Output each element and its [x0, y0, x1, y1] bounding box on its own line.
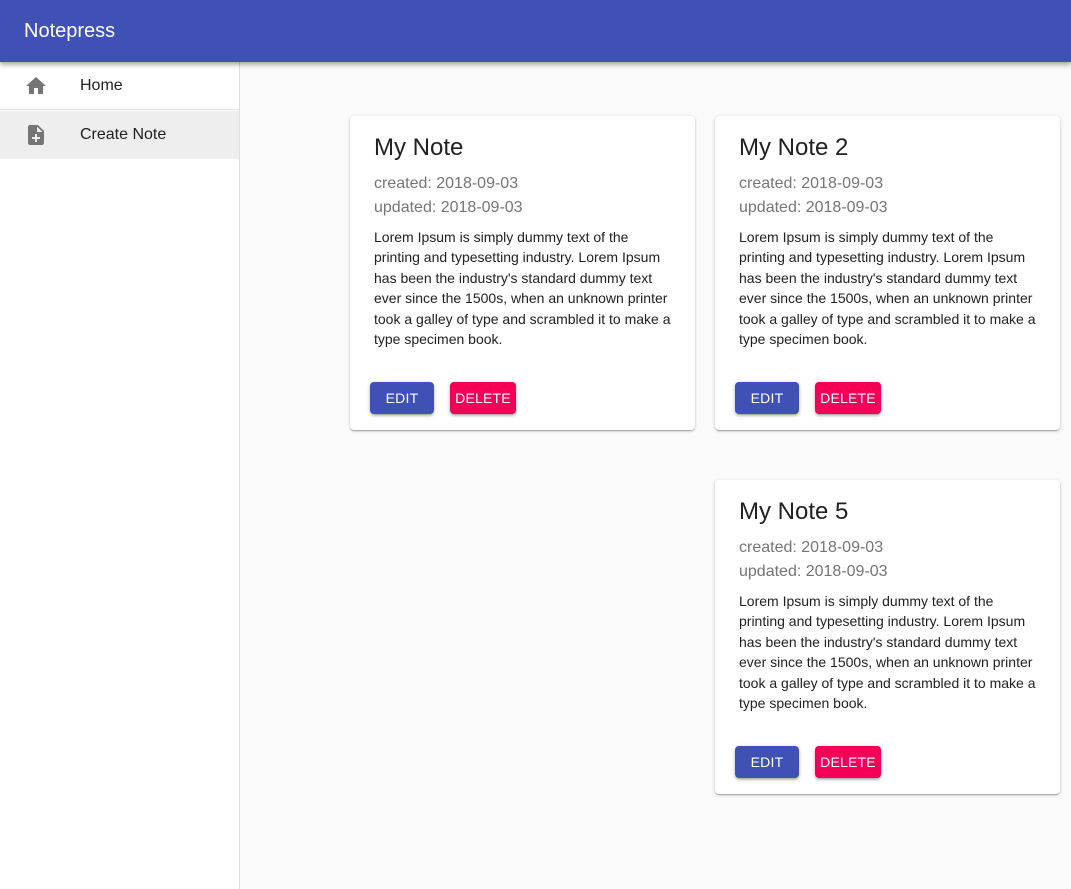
- note-created-date: created: 2018-09-03: [374, 175, 519, 192]
- nav-item-home[interactable]: Home: [0, 62, 239, 110]
- nav-item-create-note[interactable]: Create Note: [0, 111, 239, 159]
- note-title: My Note 5: [739, 498, 849, 525]
- nav-label-create-note: Create Note: [80, 126, 167, 143]
- delete-button[interactable]: DELETE: [815, 746, 881, 778]
- delete-button[interactable]: DELETE: [815, 382, 881, 414]
- note-title: My Note: [374, 134, 464, 161]
- nav-label-home: Home: [80, 77, 123, 94]
- app-bar: Notepress: [0, 0, 1071, 62]
- edit-button[interactable]: EDIT: [735, 746, 799, 778]
- note-created-date: created: 2018-09-03: [739, 539, 884, 556]
- note-updated-date: updated: 2018-09-03: [374, 199, 523, 216]
- edit-button[interactable]: EDIT: [735, 382, 799, 414]
- note-card: My Note created: 2018-09-03 updated: 201…: [350, 116, 695, 430]
- note-card: My Note 2 created: 2018-09-03 updated: 2…: [715, 116, 1060, 430]
- note-updated-date: updated: 2018-09-03: [739, 199, 888, 216]
- note-body: Lorem Ipsum is simply dummy text of the …: [739, 229, 1036, 348]
- note-created-date: created: 2018-09-03: [739, 175, 884, 192]
- note-body: Lorem Ipsum is simply dummy text of the …: [739, 593, 1036, 712]
- edit-button[interactable]: EDIT: [370, 382, 434, 414]
- home-icon: [24, 74, 48, 98]
- nav-drawer: Home Create Note: [0, 62, 240, 889]
- note-body: Lorem Ipsum is simply dummy text of the …: [374, 229, 671, 348]
- delete-button[interactable]: DELETE: [450, 382, 516, 414]
- note-add-icon: [24, 123, 48, 147]
- note-updated-date: updated: 2018-09-03: [739, 563, 888, 580]
- note-title: My Note 2: [739, 134, 849, 161]
- app-title: Notepress: [24, 20, 116, 42]
- note-card: My Note 5 created: 2018-09-03 updated: 2…: [715, 480, 1060, 794]
